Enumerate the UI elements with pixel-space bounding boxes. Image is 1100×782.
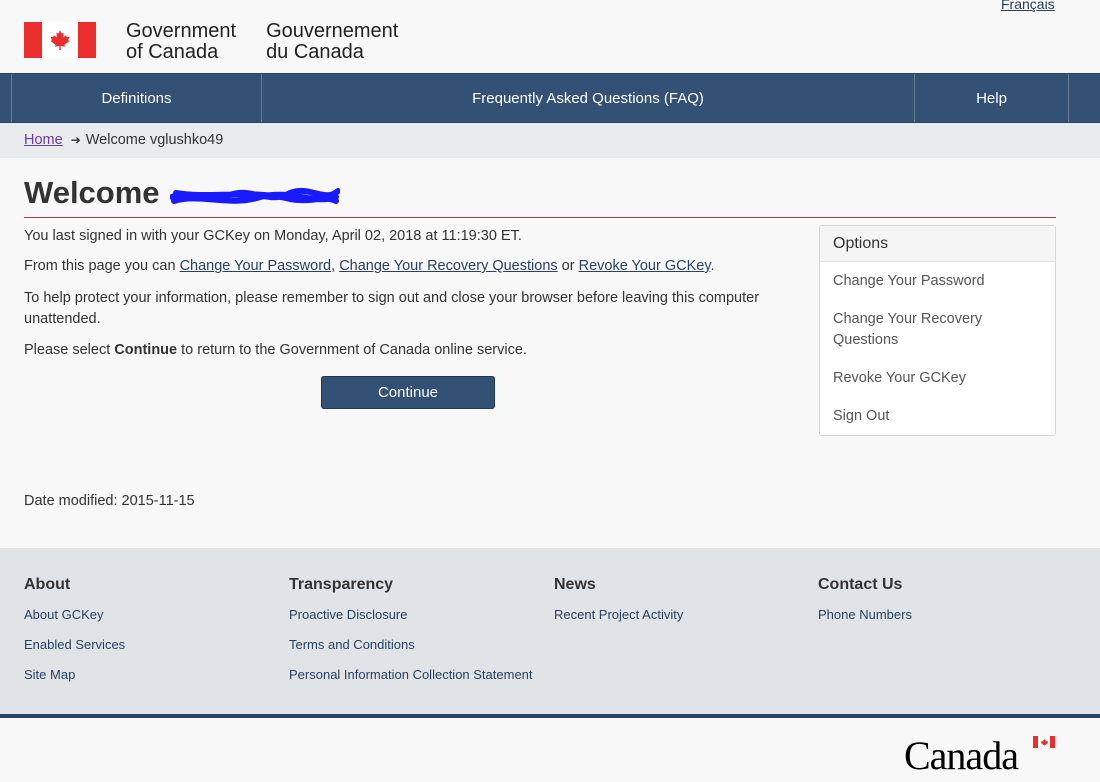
title-divider [24, 217, 1056, 218]
option-sign-out[interactable]: Sign Out [833, 406, 889, 427]
protect-info-text: To help protect your information, please… [24, 290, 760, 327]
footer-link-site-map[interactable]: Site Map [24, 667, 125, 682]
language-toggle-link[interactable]: Français [1001, 0, 1055, 12]
revoke-gckey-link[interactable]: Revoke Your GCKey [579, 258, 711, 274]
select-suffix: to return to the Government of Canada on… [177, 342, 527, 358]
redaction-scribble [168, 181, 341, 205]
footer-link-proactive-disclosure[interactable]: Proactive Disclosure [289, 607, 533, 622]
canada-wordmark: Canada [904, 733, 1019, 778]
footer-heading-news: News [554, 576, 596, 593]
menu-item-faq[interactable]: Frequently Asked Questions (FAQ) [261, 74, 914, 122]
footer-link-about-gckey[interactable]: About GCKey [24, 607, 125, 622]
option-revoke-gckey[interactable]: Revoke Your GCKey [833, 368, 966, 389]
signature-english: Government of Canada [126, 20, 237, 63]
footer-link-personal-info-statement[interactable]: Personal Information Collection Statemen… [289, 667, 533, 682]
footer-column-about: About About GCKey Enabled Services Site … [24, 576, 125, 697]
footer [0, 548, 1100, 714]
change-recovery-questions-link[interactable]: Change Your Recovery Questions [339, 258, 557, 274]
government-signature[interactable]: Government of Canada Gouvernement du Can… [24, 20, 399, 63]
main-menu: Definitions Frequently Asked Questions (… [0, 73, 1100, 123]
breadcrumb: Home ➔ Welcome vglushko49 [24, 132, 223, 148]
page-title: Welcome [24, 175, 341, 211]
arrow-right-icon: ➔ [70, 133, 81, 147]
footer-column-news: News Recent Project Activity [554, 576, 683, 637]
footer-link-enabled-services[interactable]: Enabled Services [24, 637, 125, 652]
sentence-period: . [710, 258, 715, 274]
menu-item-definitions[interactable]: Definitions [11, 74, 261, 122]
continue-button[interactable]: Continue [321, 376, 495, 409]
footer-link-phone-numbers[interactable]: Phone Numbers [818, 607, 912, 622]
footer-column-contact: Contact Us Phone Numbers [818, 576, 912, 637]
footer-heading-about: About [24, 576, 71, 593]
option-change-password[interactable]: Change Your Password [833, 271, 985, 292]
footer-heading-contact: Contact Us [818, 576, 903, 593]
options-sentence: From this page you can Change Your Passw… [24, 256, 784, 277]
select-continue-text: Please select Continue to return to the … [24, 340, 784, 361]
footer-heading-transparency: Transparency [289, 576, 394, 593]
select-prefix: Please select [24, 342, 115, 358]
options-sentence-prefix: From this page you can [24, 258, 180, 274]
footer-column-transparency: Transparency Proactive Disclosure Terms … [289, 576, 533, 697]
select-bold: Continue [114, 342, 178, 358]
breadcrumb-current: Welcome vglushko49 [85, 132, 224, 148]
page-title-text: Welcome [24, 175, 160, 210]
canada-flag-icon [24, 22, 96, 58]
signature-french: Gouvernement du Canada [266, 20, 399, 63]
wordmark-flag-icon [1033, 736, 1055, 748]
options-heading: Options [820, 226, 1055, 262]
separator-comma: , [331, 258, 340, 274]
footer-divider [0, 714, 1100, 718]
breadcrumb-home-link[interactable]: Home [24, 132, 63, 148]
footer-link-recent-project-activity[interactable]: Recent Project Activity [554, 607, 683, 622]
change-password-link[interactable]: Change Your Password [180, 258, 332, 274]
last-signed-in-text: You last signed in with your GCKey on Mo… [24, 228, 522, 244]
separator-or: or [557, 258, 579, 274]
option-change-recovery-questions[interactable]: Change Your Recovery Questions [833, 309, 1023, 351]
menu-item-help[interactable]: Help [914, 74, 1069, 122]
footer-link-terms-and-conditions[interactable]: Terms and Conditions [289, 637, 533, 652]
options-panel: Options Change Your Password Change Your… [819, 225, 1056, 436]
date-modified: Date modified: 2015-11-15 [24, 493, 195, 509]
